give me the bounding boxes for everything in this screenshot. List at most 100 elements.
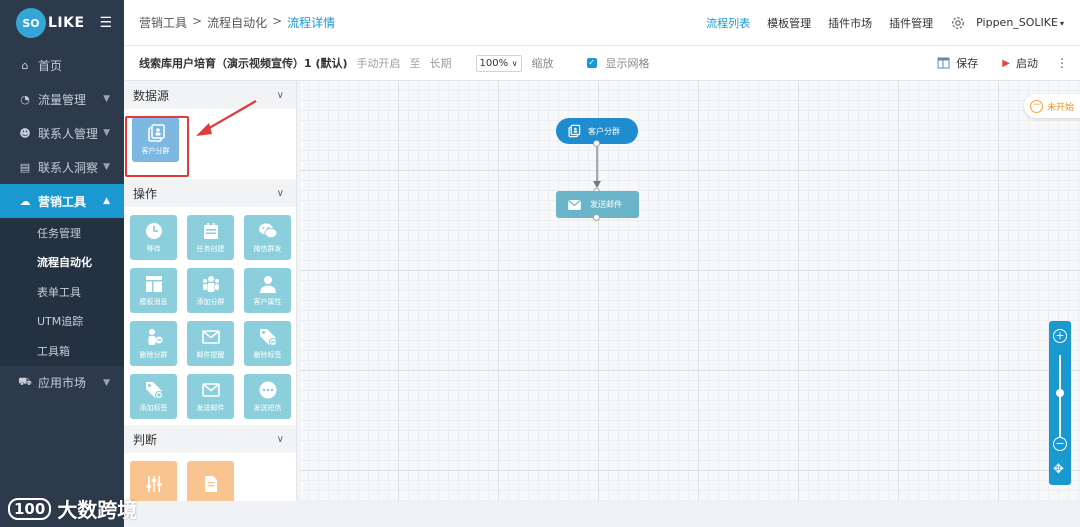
segment-icon (568, 124, 581, 138)
show-grid-label: 显示网格 (605, 57, 650, 70)
sidebar-item-label: 应用市场 (38, 376, 87, 390)
logo[interactable]: SO LIKE ☰ (0, 0, 124, 46)
clock-icon (145, 223, 162, 239)
node-output-port[interactable] (593, 214, 600, 221)
zoom-label: 缩放 (531, 57, 554, 70)
breadcrumb-current: 流程详情 (287, 16, 336, 30)
mail-icon (568, 199, 581, 210)
wechat-icon (258, 223, 277, 239)
section-header-action[interactable]: 操作 ∨ (124, 179, 296, 207)
save-button[interactable]: 保存 (937, 55, 978, 71)
tile-label: 删除标签 (253, 351, 282, 359)
section-header-judge[interactable]: 判断 ∨ (124, 425, 296, 453)
template-icon (145, 276, 162, 292)
user-icon (259, 276, 276, 293)
top-header: 营销工具 > 流程自动化 > 流程详情 流程列表 模板管理 插件市场 插件管理 … (124, 0, 1080, 46)
zoom-select[interactable]: 100% ∨ (475, 54, 522, 72)
zoom-in-icon[interactable]: + (1053, 329, 1067, 343)
tile-label: 添加分群 (196, 298, 225, 306)
start-button[interactable]: ▶ 启动 (1002, 55, 1038, 71)
flow-canvas[interactable]: 客户分群 发送邮件 − 未开始 + − ✥ (300, 81, 1080, 501)
breadcrumb-automation[interactable]: 流程自动化 (207, 14, 267, 31)
tile-email-reminder[interactable]: 邮件提醒 (187, 321, 234, 366)
tile-task-create[interactable]: 任务创建 (187, 215, 234, 260)
breadcrumb: 营销工具 > 流程自动化 > 流程详情 (124, 14, 335, 31)
tile-remove-segment[interactable]: 删除分群 (130, 321, 177, 366)
sidebar-item-marketing[interactable]: ☁ 营销工具 ▲ (0, 184, 124, 218)
link-flow-list[interactable]: 流程列表 (706, 15, 750, 31)
tile-wechat-mass[interactable]: 微信群发 (244, 215, 291, 260)
more-options-icon[interactable]: ⋮ (1056, 56, 1068, 70)
link-template-manage[interactable]: 模板管理 (767, 15, 811, 31)
tile-label: 客户属性 (253, 298, 282, 306)
start-label: 启动 (1016, 57, 1038, 70)
users-group-icon (202, 276, 219, 292)
chevron-down-icon: ▼ (103, 162, 110, 172)
tile-send-sms[interactable]: 发送短信 (244, 374, 291, 419)
sidebar-subitem-utm[interactable]: UTM追踪 (0, 307, 124, 337)
tile-label: 模板消息 (139, 298, 168, 306)
watermark-text: 大数跨境 (57, 498, 138, 522)
chevron-down-icon: ▼ (103, 128, 110, 138)
flow-name: 线索库用户培育（演示视频宣传）1 (默认) (139, 57, 348, 70)
calendar-icon (203, 223, 218, 239)
sidebar-subitem-forms[interactable]: 表单工具 (0, 277, 124, 307)
tag-add-icon (145, 382, 163, 399)
sidebar-subitem-automation[interactable]: 流程自动化 (0, 248, 124, 278)
annotation-arrow (190, 81, 200, 91)
gear-icon[interactable] (950, 15, 966, 31)
tile-condition-document[interactable] (187, 461, 234, 501)
layout-icon (937, 57, 950, 69)
watermark: 100 大数跨境 (8, 494, 137, 523)
flow-connector (593, 144, 601, 188)
breadcrumb-marketing[interactable]: 营销工具 (139, 14, 187, 31)
show-grid-checkbox[interactable]: ✓ (586, 58, 597, 68)
breadcrumb-separator: > (192, 14, 203, 28)
sidebar-subnav: 任务管理 流程自动化 表单工具 UTM追踪 工具箱 (0, 218, 124, 366)
tile-remove-tag[interactable]: 删除标签 (244, 321, 291, 366)
sidebar-item-home[interactable]: ⌂ 首页 (0, 48, 124, 82)
pie-chart-icon: ◔ (20, 92, 30, 106)
watermark-logo: 100 (8, 497, 52, 520)
link-plugin-market[interactable]: 插件市场 (828, 15, 872, 31)
flow-mode: 手动开启 (356, 57, 401, 70)
caret-down-icon: ▾ (1059, 19, 1064, 28)
tile-customer-attribute[interactable]: 客户属性 (244, 268, 291, 313)
tile-label: 任务创建 (196, 245, 225, 253)
section-title: 数据源 (133, 88, 170, 103)
sidebar-item-appmarket[interactable]: ⛟ 应用市场 ▼ (0, 366, 124, 400)
tile-label: 添加标签 (139, 404, 168, 412)
tile-add-segment[interactable]: 添加分群 (187, 268, 234, 313)
sidebar-subitem-toolbox[interactable]: 工具箱 (0, 336, 124, 366)
cart-icon: ⛟ (18, 375, 32, 388)
menu-collapse-icon[interactable]: ☰ (99, 15, 112, 31)
tile-template-message[interactable]: 模板消息 (130, 268, 177, 313)
save-label: 保存 (956, 57, 979, 70)
user-menu[interactable]: Pippen_SOLIKE ▾ (976, 16, 1064, 29)
tile-label: 微信群发 (253, 245, 282, 253)
link-plugin-manage[interactable]: 插件管理 (889, 15, 933, 31)
status-badge: − 未开始 (1024, 94, 1080, 118)
tile-add-tag[interactable]: 添加标签 (130, 374, 177, 419)
chevron-down-icon: ∨ (276, 89, 284, 101)
node-label: 客户分群 (588, 126, 620, 136)
flow-duration: 长期 (429, 57, 452, 70)
tile-wait[interactable]: 等待 (130, 215, 177, 260)
sidebar-item-insights[interactable]: ▤ 联系人洞察 ▼ (0, 150, 124, 184)
sidebar-item-contacts[interactable]: ☻ 联系人管理 ▼ (0, 116, 124, 150)
tile-label: 邮件提醒 (196, 351, 225, 359)
sidebar-item-label: 首页 (38, 58, 63, 73)
bottom-strip (124, 501, 1080, 527)
zoom-out-icon[interactable]: − (1053, 437, 1067, 451)
move-icon[interactable]: ✥ (1053, 462, 1064, 477)
node-output-port[interactable] (593, 140, 600, 147)
sidebar-item-label: 联系人管理 (38, 126, 99, 141)
zoom-value: 100% (479, 57, 509, 69)
minus-circle-icon: − (1030, 99, 1043, 113)
zoom-slider-handle[interactable] (1056, 389, 1064, 397)
annotation-arrow (196, 100, 257, 136)
sidebar-item-traffic[interactable]: ◔ 流量管理 ▼ (0, 82, 124, 116)
tile-send-email[interactable]: 发送邮件 (187, 374, 234, 419)
home-icon: ⌂ (21, 58, 29, 72)
sidebar-subitem-tasks[interactable]: 任务管理 (0, 218, 124, 248)
